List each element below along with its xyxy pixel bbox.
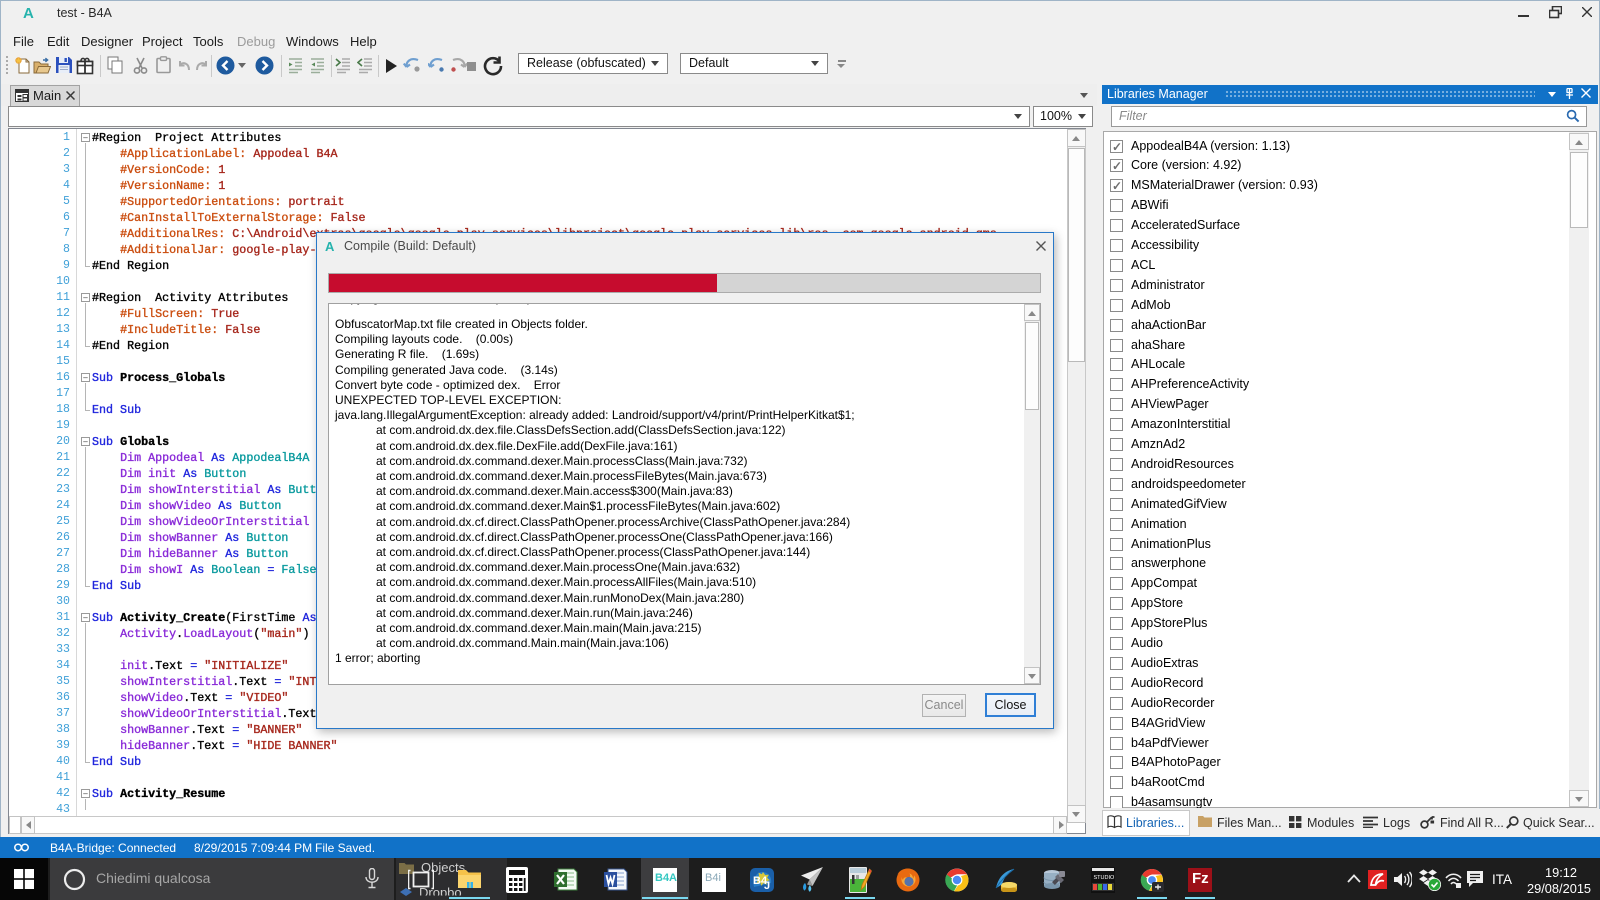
svg-text:STUDIO: STUDIO (1094, 875, 1116, 881)
svg-text:J: J (764, 880, 770, 892)
